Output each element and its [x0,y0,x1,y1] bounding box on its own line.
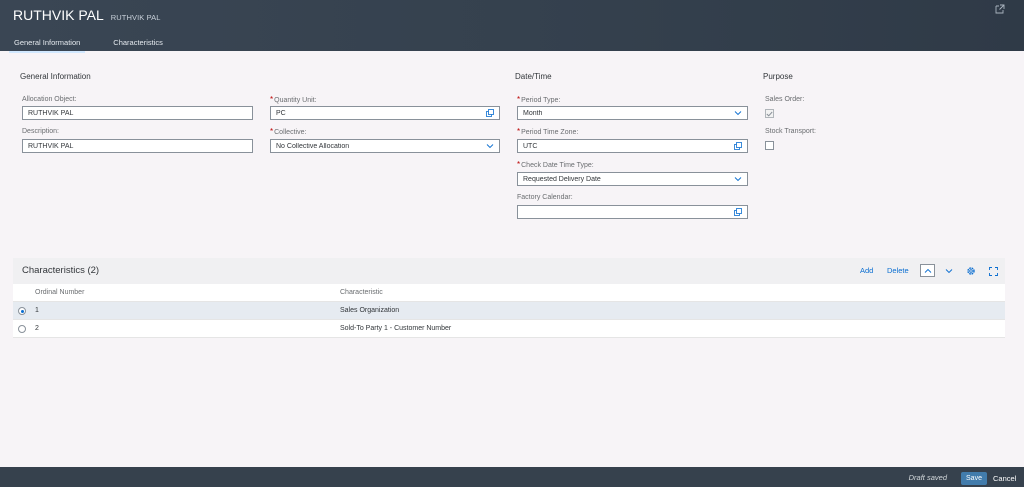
gear-icon [967,267,975,275]
collective-label: *Collective: [270,127,307,136]
period-time-zone-value: UTC [523,142,538,150]
table-row[interactable]: 2 Sold-To Party 1 - Customer Number [13,320,1005,338]
period-type-select[interactable]: Month [517,106,748,120]
save-button[interactable]: Save [961,472,987,485]
value-help-icon[interactable] [733,208,742,217]
export-icon[interactable] [994,2,1006,14]
delete-button[interactable]: Delete [887,266,909,275]
tab-characteristics[interactable]: Characteristics [108,31,168,53]
period-time-zone-label: *Period Time Zone: [517,127,579,136]
check-date-time-type-value: Requested Delivery Date [523,175,601,183]
quantity-unit-label: *Quantity Unit: [270,95,317,104]
fullscreen-icon [988,266,998,276]
cancel-button[interactable]: Cancel [993,474,1016,483]
stock-transport-label: Stock Transport: [765,128,816,135]
move-down-button[interactable] [943,266,955,276]
footer-toolbar: Draft saved Save Cancel [0,467,1024,487]
collective-select[interactable]: No Collective Allocation [270,139,500,153]
factory-calendar-label: Factory Calendar: [517,194,573,201]
collective-value: No Collective Allocation [276,142,350,150]
chevron-down-icon[interactable] [733,109,742,118]
quantity-unit-value: PC [276,109,286,117]
add-button[interactable]: Add [860,266,873,275]
row-select-radio[interactable] [18,307,26,315]
checkmark-icon [766,111,773,117]
value-help-icon[interactable] [485,109,494,118]
table-title: Characteristics (2) [22,265,100,276]
move-up-button[interactable] [920,264,935,277]
sales-order-checkbox[interactable] [765,109,774,118]
table-row[interactable]: 1 Sales Organization [13,302,1005,320]
check-date-time-type-label: *Check Date Time Type: [517,160,594,169]
tab-bar: General Information Characteristics [9,31,191,53]
row-select-radio[interactable] [18,325,26,333]
table-header-row: Ordinal Number Characteristic [13,284,1005,302]
datetime-heading: Date/Time [515,72,552,81]
factory-calendar-field[interactable] [517,205,748,219]
ordinal-cell: 2 [35,325,39,332]
quantity-unit-field[interactable]: PC [270,106,500,120]
period-time-zone-field[interactable]: UTC [517,139,748,153]
fullscreen-button[interactable] [987,265,999,277]
table-toolbar: Characteristics (2) Add Delete [13,258,1005,284]
title-row: RUTHVIK PAL RUTHVIK PAL [13,7,161,23]
column-header-ordinal[interactable]: Ordinal Number [35,289,84,296]
page-subtitle: RUTHVIK PAL [110,13,161,22]
chevron-down-icon [945,269,953,274]
column-header-characteristic[interactable]: Characteristic [340,289,383,296]
description-label: Description: [22,128,59,135]
characteristic-cell: Sold-To Party 1 - Customer Number [340,325,452,332]
period-type-label: *Period Type: [517,95,561,104]
period-type-value: Month [523,109,543,117]
settings-button[interactable] [965,265,977,277]
allocation-object-field[interactable]: RUTHVIK PAL [22,106,253,120]
characteristic-cell: Sales Organization [340,307,400,314]
sales-order-label: Sales Order: [765,96,805,103]
general-info-heading: General Information [20,72,91,81]
check-date-time-type-select[interactable]: Requested Delivery Date [517,172,748,186]
ordinal-cell: 1 [35,307,39,314]
object-page-header: RUTHVIK PAL RUTHVIK PAL General Informat… [0,0,1024,53]
characteristics-table: Characteristics (2) Add Delete Ordinal N… [13,258,1005,340]
chevron-up-icon [924,268,931,273]
value-help-icon[interactable] [733,142,742,151]
description-value: RUTHVIK PAL [28,142,74,150]
draft-status: Draft saved [908,473,947,482]
chevron-down-icon[interactable] [485,142,494,151]
allocation-object-value: RUTHVIK PAL [28,109,74,117]
allocation-object-label: Allocation Object: [22,96,77,103]
page-title: RUTHVIK PAL [13,7,104,23]
purpose-heading: Purpose [763,72,793,81]
tab-general-information[interactable]: General Information [9,31,86,53]
description-field[interactable]: RUTHVIK PAL [22,139,253,153]
chevron-down-icon[interactable] [733,175,742,184]
stock-transport-checkbox[interactable] [765,141,774,150]
